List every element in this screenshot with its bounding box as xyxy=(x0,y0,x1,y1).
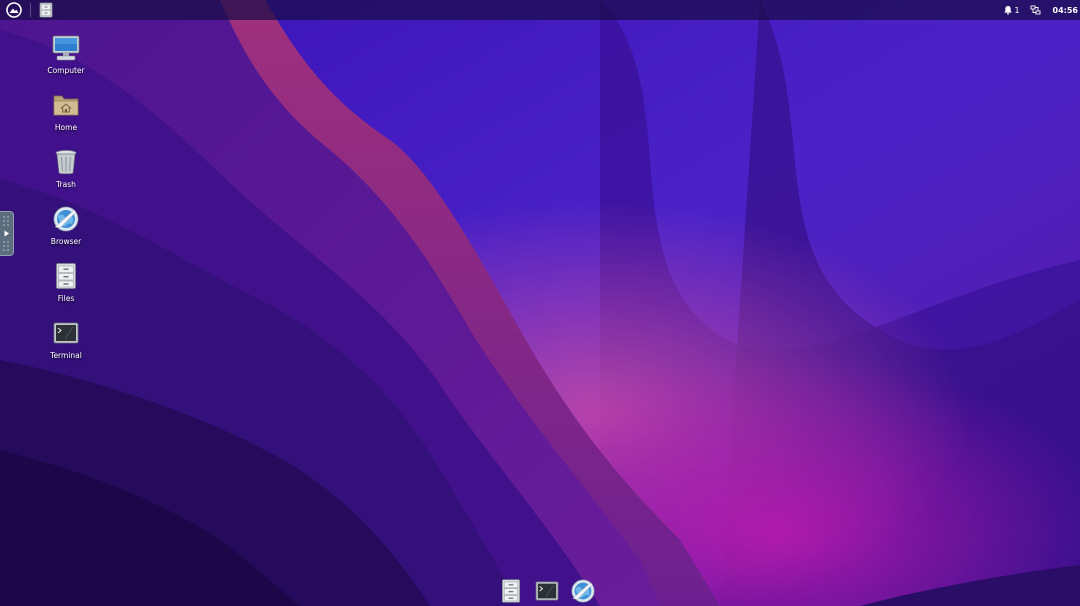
files-icon xyxy=(56,263,76,289)
notification-count: 1 xyxy=(1014,5,1020,15)
browser-icon xyxy=(53,206,79,232)
desktop-icon-label: Files xyxy=(57,294,75,303)
dock-item-files[interactable] xyxy=(498,578,524,604)
desktop-icon-label: Trash xyxy=(56,180,76,189)
trash-icon xyxy=(55,150,77,175)
dock-item-terminal[interactable] xyxy=(534,578,560,604)
side-panel-handle[interactable] xyxy=(0,211,14,256)
zorin-logo-icon xyxy=(6,2,22,18)
desktop-icon-files[interactable]: Files xyxy=(36,261,96,303)
desktop-icon-terminal[interactable]: Terminal xyxy=(36,318,96,360)
bell-icon xyxy=(1004,6,1013,15)
notifications-indicator[interactable]: 1 xyxy=(1003,5,1020,15)
desktop[interactable]: 1 04:56 Computer Home Trash Browser File… xyxy=(0,0,1080,606)
dock xyxy=(498,577,596,605)
application-menu-button[interactable] xyxy=(0,0,28,20)
desktop-icon-label: Terminal xyxy=(50,351,82,360)
desktop-icon-label: Computer xyxy=(47,66,85,75)
network-indicator[interactable] xyxy=(1030,5,1041,15)
desktop-icon-trash[interactable]: Trash xyxy=(36,147,96,189)
terminal-icon xyxy=(535,581,559,601)
home-folder-icon xyxy=(53,95,79,116)
desktop-icon-label: Home xyxy=(54,123,78,132)
dock-item-browser[interactable] xyxy=(570,578,596,604)
clock[interactable]: 04:56 xyxy=(1053,6,1078,15)
panel-files-launcher[interactable] xyxy=(35,0,57,20)
grip-dots-icon xyxy=(3,216,9,251)
desktop-icon-browser[interactable]: Browser xyxy=(36,204,96,246)
wallpaper xyxy=(0,0,1080,606)
terminal-icon xyxy=(53,322,79,344)
files-icon xyxy=(39,2,53,18)
panel-tray: 1 04:56 xyxy=(1003,0,1080,20)
desktop-icon-label: Browser xyxy=(50,237,82,246)
top-panel: 1 04:56 xyxy=(0,0,1080,20)
panel-separator xyxy=(30,3,31,17)
files-icon xyxy=(502,579,520,603)
desktop-icon-home[interactable]: Home xyxy=(36,90,96,132)
browser-icon xyxy=(571,579,595,603)
computer-icon xyxy=(52,35,80,61)
network-wired-icon xyxy=(1030,5,1040,15)
desktop-icon-computer[interactable]: Computer xyxy=(36,33,96,75)
